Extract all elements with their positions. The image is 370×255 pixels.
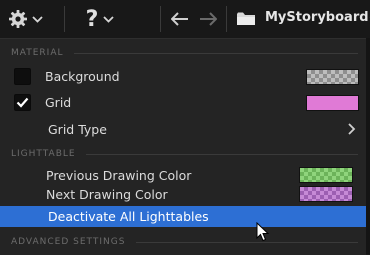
top-toolbar: ? MyStoryboard• <box>0 0 370 38</box>
previous-drawing-color-label: Previous Drawing Color <box>46 168 192 183</box>
settings-menu-button[interactable] <box>4 6 46 32</box>
settings-dropdown-menu: MATERIAL Background Grid Grid Type LIGHT… <box>0 38 366 255</box>
next-drawing-color-label: Next Drawing Color <box>46 187 168 202</box>
section-divider <box>74 53 358 54</box>
mouse-cursor-icon <box>256 222 270 242</box>
chevron-right-icon <box>348 123 356 135</box>
menu-item-next-drawing-color[interactable]: Next Drawing Color <box>0 185 366 205</box>
forward-button[interactable] <box>196 8 220 30</box>
back-button[interactable] <box>168 8 192 30</box>
section-divider <box>86 154 358 155</box>
section-divider <box>136 242 358 243</box>
grid-label: Grid <box>45 95 72 110</box>
menu-item-background[interactable]: Background <box>0 65 366 89</box>
storyboard-title: MyStoryboard• <box>265 10 370 25</box>
menu-item-deactivate-all-lighttables[interactable]: Deactivate All Lighttables <box>0 206 366 227</box>
grid-type-label: Grid Type <box>48 122 107 137</box>
arrow-right-icon <box>200 12 217 26</box>
next-drawing-color-swatch[interactable] <box>299 186 353 202</box>
checkmark-icon <box>16 97 29 108</box>
grid-checkbox[interactable] <box>14 94 31 111</box>
section-header-lighttable: LIGHTTABLE <box>11 149 76 159</box>
menu-item-grid[interactable]: Grid <box>0 91 366 115</box>
chevron-down-icon <box>31 15 43 23</box>
section-header-material: MATERIAL <box>11 48 64 58</box>
background-label: Background <box>45 69 120 84</box>
section-header-advanced-settings: ADVANCED SETTINGS <box>11 237 126 247</box>
menu-item-grid-type[interactable]: Grid Type <box>0 118 366 142</box>
toolbar-divider <box>160 6 161 32</box>
help-menu-button[interactable]: ? <box>78 5 122 33</box>
menu-item-previous-drawing-color[interactable]: Previous Drawing Color <box>0 165 366 185</box>
toolbar-divider <box>64 6 65 32</box>
previous-drawing-color-swatch[interactable] <box>299 167 353 183</box>
folder-icon <box>237 12 255 25</box>
help-icon: ? <box>85 6 99 32</box>
arrow-left-icon <box>171 12 188 26</box>
window-edge <box>366 38 370 254</box>
grid-color-swatch[interactable] <box>306 95 359 111</box>
background-checkbox[interactable] <box>14 68 31 85</box>
storyboard-title-text: MyStoryboard <box>265 10 369 25</box>
gear-icon <box>8 10 27 28</box>
deactivate-all-lighttables-label: Deactivate All Lighttables <box>48 209 209 224</box>
background-color-swatch[interactable] <box>306 69 359 85</box>
toolbar-divider <box>226 6 227 32</box>
chevron-down-icon <box>103 15 115 23</box>
